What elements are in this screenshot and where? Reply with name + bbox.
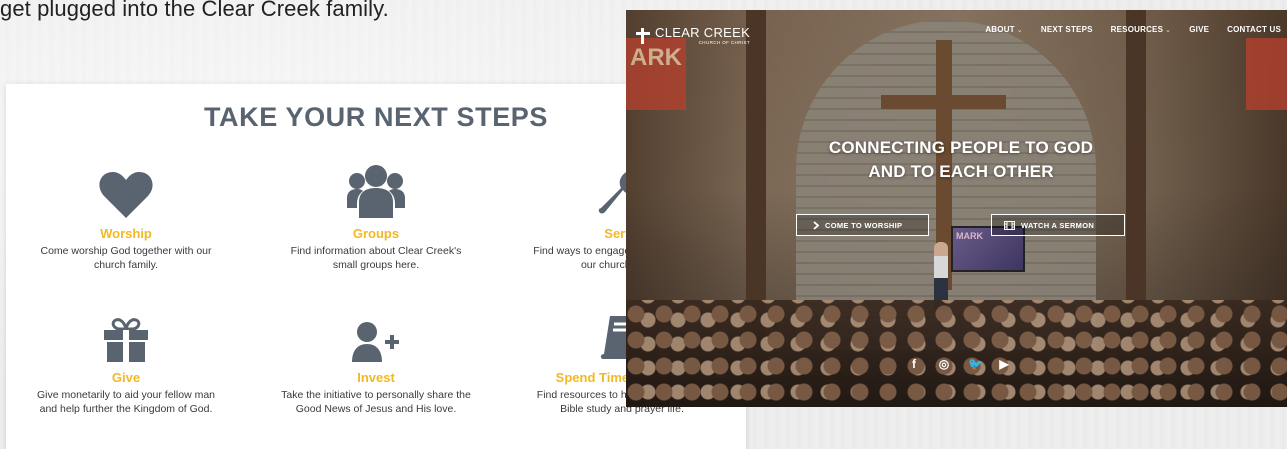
step-groups[interactable]: Groups Find information about Clear Cree… — [256, 162, 496, 272]
sermon-series-sign-right — [1246, 38, 1287, 110]
congregation-crowd — [626, 300, 1287, 407]
cross-beam — [881, 95, 1006, 109]
nav-contact-us[interactable]: CONTACT US — [1227, 25, 1281, 34]
step-give[interactable]: Give Give monetarily to aid your fellow … — [6, 306, 246, 416]
social-links: f ◎ 🐦 ▶ — [908, 357, 1010, 371]
logo-subtitle: CHURCH OF CHRIST — [698, 40, 751, 45]
step-invest[interactable]: Invest Take the initiative to personally… — [256, 306, 496, 416]
user-plus-icon — [352, 322, 399, 362]
site-logo[interactable]: CLEAR CREEK CHURCH OF CHRIST — [636, 26, 750, 46]
facebook-icon[interactable]: f — [908, 357, 920, 371]
gift-icon — [104, 318, 148, 362]
logo-cross-icon — [636, 27, 650, 44]
step-title: Invest — [357, 370, 395, 385]
twitter-icon[interactable]: 🐦 — [968, 357, 983, 371]
intro-text: get plugged into the Clear Creek family. — [0, 0, 389, 21]
nav-next-steps[interactable]: NEXT STEPS — [1041, 25, 1093, 34]
step-title: Worship — [100, 226, 152, 241]
film-icon — [1004, 220, 1015, 230]
users-icon — [347, 165, 405, 218]
come-to-worship-button[interactable]: COME TO WORSHIP — [796, 214, 929, 236]
hero-headline: CONNECTING PEOPLE TO GOD AND TO EACH OTH… — [828, 138, 1094, 181]
nav-give[interactable]: GIVE — [1189, 25, 1209, 34]
youtube-icon[interactable]: ▶ — [998, 357, 1010, 371]
step-worship[interactable]: Worship Come worship God together with o… — [6, 162, 246, 272]
chevron-right-icon — [813, 220, 819, 230]
step-title: Groups — [352, 226, 400, 241]
chevron-down-icon: ⌄ — [1016, 27, 1023, 34]
step-desc: Take the initiative to personally share … — [281, 389, 471, 415]
step-title: Give — [111, 370, 141, 385]
step-desc: Give monetarily to aid your fellow man a… — [37, 389, 215, 415]
instagram-icon[interactable]: ◎ — [938, 357, 950, 371]
watch-a-sermon-button[interactable]: WATCH A SERMON — [991, 214, 1125, 236]
logo-name: CLEAR CREEK — [655, 25, 751, 40]
hero-banner: ARK MARK CLEAR CREEK CHURCH OF CHRIST AB… — [626, 10, 1287, 407]
chevron-down-icon: ⌄ — [1165, 27, 1172, 34]
nav-resources[interactable]: RESOURCES ⌄ — [1111, 25, 1172, 34]
heart-icon — [99, 172, 153, 218]
step-desc: Come worship God together with our churc… — [40, 245, 212, 271]
main-nav: ABOUT ⌄ NEXT STEPS RESOURCES ⌄ GIVE CONTAC… — [985, 25, 1281, 34]
nav-about[interactable]: ABOUT ⌄ — [985, 25, 1023, 34]
sermon-series-sign: ARK — [626, 38, 686, 110]
step-desc: Find information about Clear Creek's sma… — [290, 245, 462, 271]
